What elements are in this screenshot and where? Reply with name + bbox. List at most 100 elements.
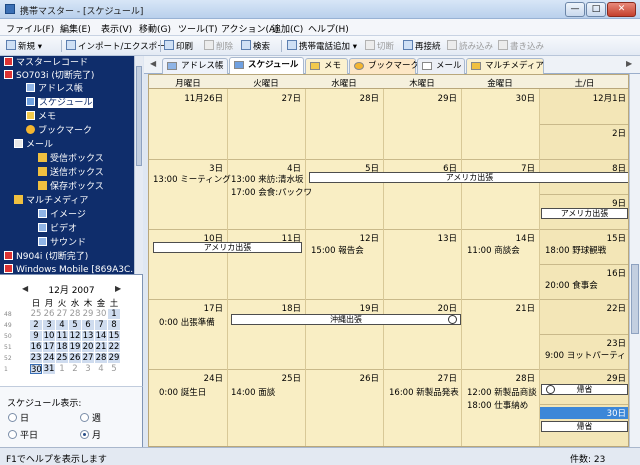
menu-edit[interactable]: 編集(E) bbox=[60, 22, 91, 35]
tree-scrollbar[interactable] bbox=[134, 56, 143, 274]
event-item[interactable]: 18:00 野球観戦 bbox=[545, 244, 606, 256]
event-item[interactable]: 14:00 面談 bbox=[231, 386, 275, 398]
day-number[interactable]: 29日 bbox=[417, 92, 457, 104]
tree-item-image[interactable]: イメージ bbox=[38, 209, 86, 222]
mini-calendar-day[interactable]: 15 bbox=[108, 331, 120, 341]
mini-calendar-day[interactable]: 9 bbox=[30, 331, 42, 341]
tree-item-inbox[interactable]: 受信ボックス bbox=[38, 153, 104, 166]
day-number[interactable]: 28日 bbox=[339, 92, 379, 104]
new-button[interactable]: 新規 ▾ bbox=[6, 40, 42, 52]
tab-multimedia[interactable]: マルチメディア bbox=[466, 58, 544, 74]
mini-calendar-day[interactable]: 30 bbox=[30, 364, 42, 375]
mini-calendar-day[interactable]: 25 bbox=[56, 353, 68, 363]
event-item[interactable]: 18:00 仕事納め bbox=[467, 399, 528, 411]
menu-add[interactable]: 追加(C) bbox=[272, 22, 303, 35]
day-number[interactable]: 16日 bbox=[586, 267, 626, 279]
mini-calendar-day[interactable]: 7 bbox=[95, 320, 107, 330]
day-number[interactable]: 11月26日 bbox=[183, 92, 223, 104]
tree-item-so703i[interactable]: SO703i (切断完了) bbox=[4, 70, 94, 83]
mini-calendar-day[interactable]: 2 bbox=[69, 364, 81, 374]
mini-calendar-day[interactable]: 31 bbox=[43, 364, 55, 374]
add-phone-button[interactable]: 携帯電話追加 ▾ bbox=[287, 40, 357, 52]
mini-calendar-day[interactable]: 6 bbox=[82, 320, 94, 330]
event-bar[interactable]: 帰省 bbox=[541, 384, 628, 395]
tree-item-saved[interactable]: 保存ボックス bbox=[38, 181, 104, 194]
menu-tools[interactable]: ツール(T) bbox=[178, 22, 218, 35]
tree-item-windows-mobile[interactable]: Windows Mobile [869A3C... bbox=[4, 264, 139, 274]
delete-button[interactable]: 削除 bbox=[204, 40, 233, 52]
event-item[interactable]: 17:00 会食:パックワ bbox=[231, 186, 312, 198]
day-number[interactable]: 28日 bbox=[495, 372, 535, 384]
tree-item-memo[interactable]: メモ bbox=[26, 111, 56, 124]
tree-item-bookmark[interactable]: ブックマーク bbox=[26, 125, 92, 138]
mini-calendar-day[interactable]: 29 bbox=[108, 353, 120, 363]
mini-calendar-day[interactable]: 17 bbox=[43, 342, 55, 352]
day-number[interactable]: 23日 bbox=[586, 337, 626, 349]
event-item[interactable]: 16:00 新製品発表 bbox=[389, 386, 459, 398]
tree-item-mail[interactable]: メール bbox=[14, 139, 53, 152]
mini-calendar-day[interactable]: 21 bbox=[95, 342, 107, 352]
day-number[interactable]: 26日 bbox=[339, 372, 379, 384]
event-item[interactable]: 0:00 誕生日 bbox=[159, 386, 206, 398]
tab-scroll-left-icon[interactable]: ◀ bbox=[150, 59, 156, 68]
event-item[interactable]: 13:00 来訪:清水坂 bbox=[231, 173, 304, 185]
selected-day-30[interactable]: 30日 bbox=[540, 407, 628, 419]
tree-item-schedule[interactable]: スケジュール bbox=[26, 97, 94, 110]
mini-calendar-day[interactable]: 27 bbox=[56, 309, 68, 319]
mini-calendar-next-icon[interactable]: ▶ bbox=[115, 284, 121, 293]
day-number[interactable]: 19日 bbox=[339, 302, 379, 314]
event-bar[interactable]: 帰省 bbox=[541, 421, 628, 432]
tree-scrollbar-thumb[interactable] bbox=[136, 66, 142, 166]
view-day-radio[interactable]: 日 bbox=[8, 411, 29, 424]
mini-calendar-day[interactable]: 4 bbox=[56, 320, 68, 330]
day-number[interactable]: 18日 bbox=[261, 302, 301, 314]
mini-calendar-day[interactable]: 25 bbox=[30, 309, 42, 319]
day-number[interactable]: 2日 bbox=[586, 127, 626, 139]
mini-calendar-day[interactable]: 3 bbox=[43, 320, 55, 330]
tree-item-sent[interactable]: 送信ボックス bbox=[38, 167, 104, 180]
view-week-radio[interactable]: 週 bbox=[80, 411, 101, 424]
mini-calendar-day[interactable]: 24 bbox=[43, 353, 55, 363]
mini-calendar-day[interactable]: 30 bbox=[95, 309, 107, 319]
import-export-button[interactable]: インポート/エクスポート bbox=[66, 40, 174, 52]
tab-address-book[interactable]: アドレス帳 bbox=[162, 58, 228, 74]
day-number[interactable]: 12月1日 bbox=[586, 92, 626, 104]
event-item[interactable]: 9:00 ヨットパーティ bbox=[545, 349, 626, 361]
day-number[interactable]: 27日 bbox=[417, 372, 457, 384]
calendar-scrollbar[interactable] bbox=[629, 74, 640, 447]
mini-calendar-day[interactable]: 4 bbox=[95, 364, 107, 374]
tree-item-master-record[interactable]: マスターレコード bbox=[4, 57, 88, 70]
day-number[interactable]: 24日 bbox=[183, 372, 223, 384]
day-number[interactable]: 15日 bbox=[586, 232, 626, 244]
mini-calendar-day[interactable]: 14 bbox=[95, 331, 107, 341]
day-number[interactable]: 12日 bbox=[339, 232, 379, 244]
day-number[interactable]: 25日 bbox=[261, 372, 301, 384]
event-item[interactable]: 11:00 商談会 bbox=[467, 244, 520, 256]
mini-calendar-day[interactable]: 8 bbox=[108, 320, 120, 330]
event-item[interactable]: 12:00 新製品商談 bbox=[467, 386, 537, 398]
day-number[interactable]: 14日 bbox=[495, 232, 535, 244]
menu-help[interactable]: ヘルプ(H) bbox=[308, 22, 349, 35]
search-button[interactable]: 検索 bbox=[241, 40, 270, 52]
day-number[interactable]: 17日 bbox=[183, 302, 223, 314]
menu-file[interactable]: ファイル(F) bbox=[6, 22, 54, 35]
tree-item-n904i[interactable]: N904i (切断完了) bbox=[4, 251, 88, 264]
tree-item-sound[interactable]: サウンド bbox=[38, 237, 86, 250]
event-bar[interactable]: アメリカ出張 bbox=[309, 172, 628, 183]
event-bar[interactable]: アメリカ出張 bbox=[541, 208, 628, 219]
mini-calendar-day[interactable]: 10 bbox=[43, 331, 55, 341]
tab-mail[interactable]: メール bbox=[417, 58, 465, 74]
tab-schedule[interactable]: スケジュール bbox=[229, 57, 304, 74]
day-number[interactable]: 27日 bbox=[261, 92, 301, 104]
disconnect-button[interactable]: 切断 bbox=[365, 40, 394, 52]
mini-calendar-day[interactable]: 13 bbox=[82, 331, 94, 341]
print-button[interactable]: 印刷 bbox=[164, 40, 193, 52]
mini-calendar-day[interactable]: 26 bbox=[43, 309, 55, 319]
event-item[interactable]: 15:00 報告会 bbox=[311, 244, 364, 256]
day-number[interactable]: 21日 bbox=[495, 302, 535, 314]
mini-calendar-day[interactable]: 28 bbox=[95, 353, 107, 363]
minimize-button[interactable]: — bbox=[565, 2, 585, 17]
view-weekday-radio[interactable]: 平日 bbox=[8, 428, 38, 441]
mini-calendar-day[interactable]: 2 bbox=[30, 320, 42, 330]
day-number[interactable]: 20日 bbox=[417, 302, 457, 314]
